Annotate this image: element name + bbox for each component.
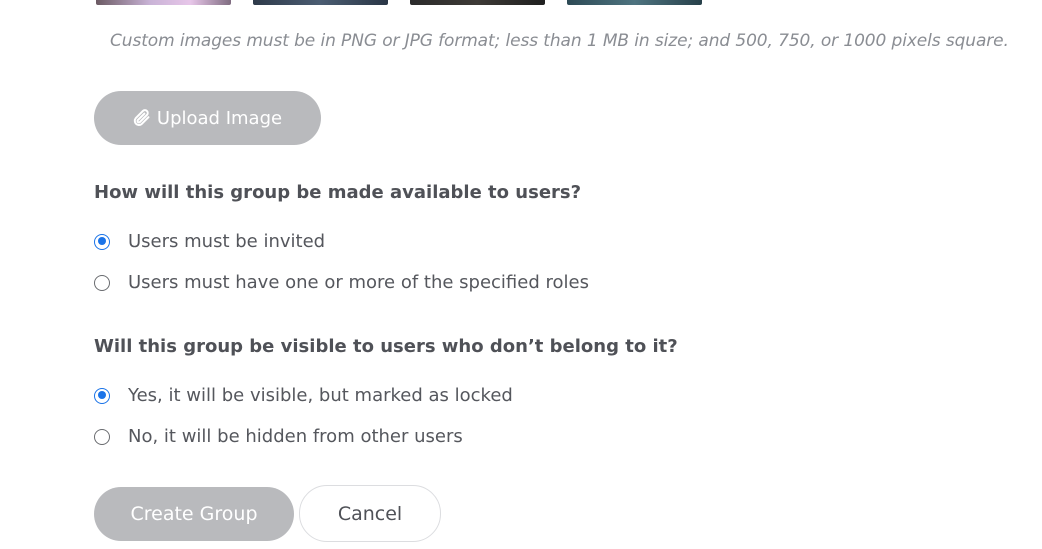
option-label: No, it will be hidden from other users [128, 426, 463, 447]
radio-checked[interactable] [94, 387, 110, 404]
thumbnail-image[interactable] [253, 0, 388, 5]
thumbnail-image[interactable] [96, 0, 231, 5]
visibility-question: Will this group be visible to users who … [94, 336, 678, 357]
thumbnail-image[interactable] [410, 0, 545, 5]
availability-option-invited[interactable]: Users must be invited [94, 231, 325, 252]
radio-unchecked[interactable] [94, 428, 110, 445]
availability-option-roles[interactable]: Users must have one or more of the speci… [94, 272, 589, 293]
option-label: Users must be invited [128, 231, 326, 252]
option-label: Users must have one or more of the speci… [128, 272, 589, 293]
visibility-option-locked[interactable]: Yes, it will be visible, but marked as l… [94, 385, 513, 406]
cancel-button[interactable]: Cancel [299, 485, 441, 542]
radio-unchecked[interactable] [94, 274, 110, 291]
create-group-button[interactable]: Create Group [94, 487, 294, 541]
image-thumbnails [96, 0, 702, 5]
thumbnail-image[interactable] [567, 0, 702, 5]
upload-image-button[interactable]: Upload Image [94, 91, 321, 145]
availability-question: How will this group be made available to… [94, 182, 582, 203]
upload-image-label: Upload Image [156, 107, 283, 129]
create-group-form: Custom images must be in PNG or JPG form… [0, 0, 1042, 549]
image-requirements-hint: Custom images must be in PNG or JPG form… [110, 31, 1009, 51]
radio-checked[interactable] [94, 233, 110, 250]
paperclip-icon [133, 108, 151, 128]
option-label: Yes, it will be visible, but marked as l… [128, 385, 513, 406]
visibility-option-hidden[interactable]: No, it will be hidden from other users [94, 426, 463, 447]
